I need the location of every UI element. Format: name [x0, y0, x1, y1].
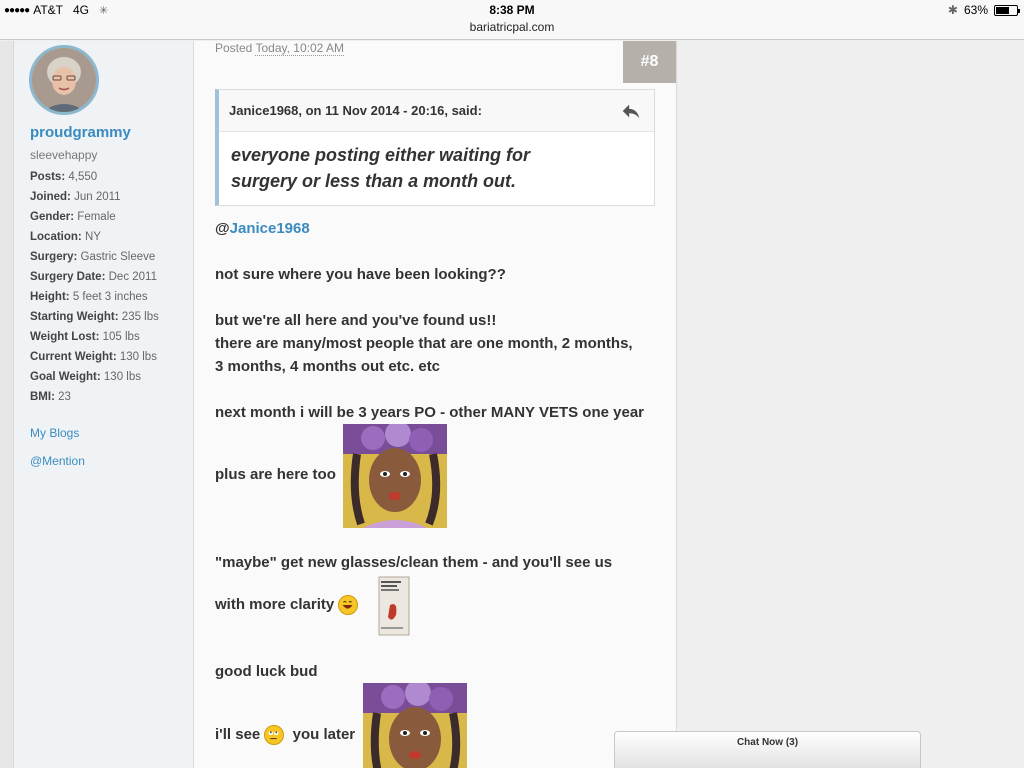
author-stats: Posts: 4,550 Joined: Jun 2011 Gender: Fe… — [30, 167, 190, 407]
quote-body: everyone posting either waiting for surg… — [219, 132, 654, 204]
stat-surgery-date: Surgery Date: Dec 2011 — [30, 267, 190, 287]
body-line: with more clarity — [215, 596, 335, 613]
stat-value: 105 lbs — [102, 331, 140, 343]
author-panel: proudgrammy sleevehappy Posts: 4,550 Joi… — [14, 41, 194, 768]
posted-time[interactable]: Today, 10:02 AM — [255, 41, 344, 56]
stat-goal-weight: Goal Weight: 130 lbs — [30, 367, 190, 387]
battery-fill — [996, 6, 1009, 14]
body-line: 3 months, 4 months out etc. etc — [215, 358, 441, 375]
stat-value: Jun 2011 — [74, 191, 121, 203]
stat-label: Posts: — [30, 171, 66, 183]
stat-starting-weight: Starting Weight: 235 lbs — [30, 307, 190, 327]
embedded-book-image[interactable] — [376, 575, 412, 637]
stat-value: 235 lbs — [121, 311, 159, 323]
stat-label: Surgery: — [30, 251, 78, 263]
mention-user-link[interactable]: Janice1968 — [230, 220, 310, 237]
body-line: but we're all here and you've found us!! — [215, 312, 497, 329]
body-line-with-emoji: i'll see you later — [215, 723, 355, 746]
stat-joined: Joined: Jun 2011 — [30, 187, 190, 207]
stat-value: Female — [77, 211, 116, 223]
avatar-image — [32, 48, 96, 112]
posted-label: Posted — [215, 41, 253, 55]
status-center: 8:38 PM bariatricpal.com — [0, 3, 1024, 34]
body-line: there are many/most people that are one … — [215, 335, 633, 352]
stat-height: Height: 5 feet 3 inches — [30, 287, 190, 307]
bluetooth-icon: ✱ — [947, 3, 958, 17]
emoji-face — [269, 731, 279, 740]
stat-value: 23 — [58, 391, 71, 403]
stat-label: Surgery Date: — [30, 271, 106, 283]
quote-citation: Janice1968, on 11 Nov 2014 - 20:16, said… — [229, 103, 482, 118]
status-right: ✱ 63% — [947, 3, 1020, 17]
rolling-eyes-emoji-icon — [264, 725, 285, 746]
quote-line: everyone posting either waiting for — [231, 145, 531, 165]
author-title: sleevehappy — [30, 148, 98, 162]
avatar[interactable] — [29, 45, 99, 115]
portrait-art — [363, 683, 467, 768]
clock: 8:38 PM — [489, 3, 535, 17]
stat-weight-lost: Weight Lost: 105 lbs — [30, 327, 190, 347]
url-label[interactable]: bariatricpal.com — [0, 20, 1024, 34]
page-right-area — [677, 41, 1024, 768]
laughing-emoji-icon — [338, 595, 359, 616]
body-line: next month i will be 3 years PO - other … — [215, 404, 645, 421]
body-line: good luck bud — [215, 663, 318, 680]
chat-now-button[interactable]: Chat Now (3) — [614, 731, 921, 768]
stat-value: 4,550 — [68, 171, 98, 183]
stat-label: Weight Lost: — [30, 331, 100, 343]
embedded-portrait-image[interactable] — [343, 424, 447, 528]
stat-label: Height: — [30, 291, 70, 303]
book-art — [378, 576, 410, 636]
reply-icon[interactable] — [620, 100, 642, 122]
quote-header: Janice1968, on 11 Nov 2014 - 20:16, said… — [219, 90, 654, 132]
status-bar: ●●●●● AT&T 4G ✳ 8:38 PM bariatricpal.com… — [0, 0, 1024, 40]
body-line: not sure where you have been looking?? — [215, 266, 506, 283]
body-line-with-emoji: with more clarity — [215, 593, 359, 616]
stat-label: Location: — [30, 231, 82, 243]
stat-label: Joined: — [30, 191, 71, 203]
stat-gender: Gender: Female — [30, 207, 190, 227]
stat-label: Goal Weight: — [30, 371, 101, 383]
portrait-art — [343, 424, 447, 528]
body-line: i'll see — [215, 726, 261, 743]
author-username[interactable]: proudgrammy — [30, 124, 131, 141]
page-gutter — [0, 41, 14, 768]
body-line: plus are here too — [215, 466, 336, 483]
stat-posts: Posts: 4,550 — [30, 167, 190, 187]
quote-line: surgery or less than a month out. — [231, 171, 517, 191]
body-line: "maybe" get new glasses/clean them - and… — [215, 554, 613, 571]
post-content: Posted Today, 10:02 AM #8 Janice1968, on… — [194, 41, 677, 768]
stat-current-weight: Current Weight: 130 lbs — [30, 347, 190, 367]
posted-meta: Posted Today, 10:02 AM — [215, 41, 344, 56]
stat-value: Dec 2011 — [108, 271, 158, 283]
emoji-face — [342, 600, 353, 609]
embedded-portrait-image[interactable] — [363, 683, 467, 768]
stat-location: Location: NY — [30, 227, 190, 247]
battery-icon — [994, 4, 1020, 16]
stat-bmi: BMI: 23 — [30, 387, 190, 407]
mention-line: @Janice1968 — [215, 217, 310, 240]
stat-label: Current Weight: — [30, 351, 117, 363]
quote-block: Janice1968, on 11 Nov 2014 - 20:16, said… — [215, 89, 655, 206]
my-blogs-link[interactable]: My Blogs — [30, 426, 79, 440]
stat-label: Gender: — [30, 211, 75, 223]
stat-value: 130 lbs — [119, 351, 157, 363]
body-line: you later — [292, 726, 356, 743]
stat-label: BMI: — [30, 391, 55, 403]
stat-value: NY — [84, 231, 101, 243]
battery-percent: 63% — [963, 3, 988, 17]
mention-at: @ — [215, 220, 230, 237]
stat-surgery: Surgery: Gastric Sleeve — [30, 247, 190, 267]
stat-value: 5 feet 3 inches — [72, 291, 148, 303]
stat-value: Gastric Sleeve — [80, 251, 156, 263]
mention-link[interactable]: @Mention — [30, 454, 85, 468]
stat-value: 130 lbs — [103, 371, 141, 383]
stat-label: Starting Weight: — [30, 311, 119, 323]
post-number[interactable]: #8 — [623, 41, 676, 83]
